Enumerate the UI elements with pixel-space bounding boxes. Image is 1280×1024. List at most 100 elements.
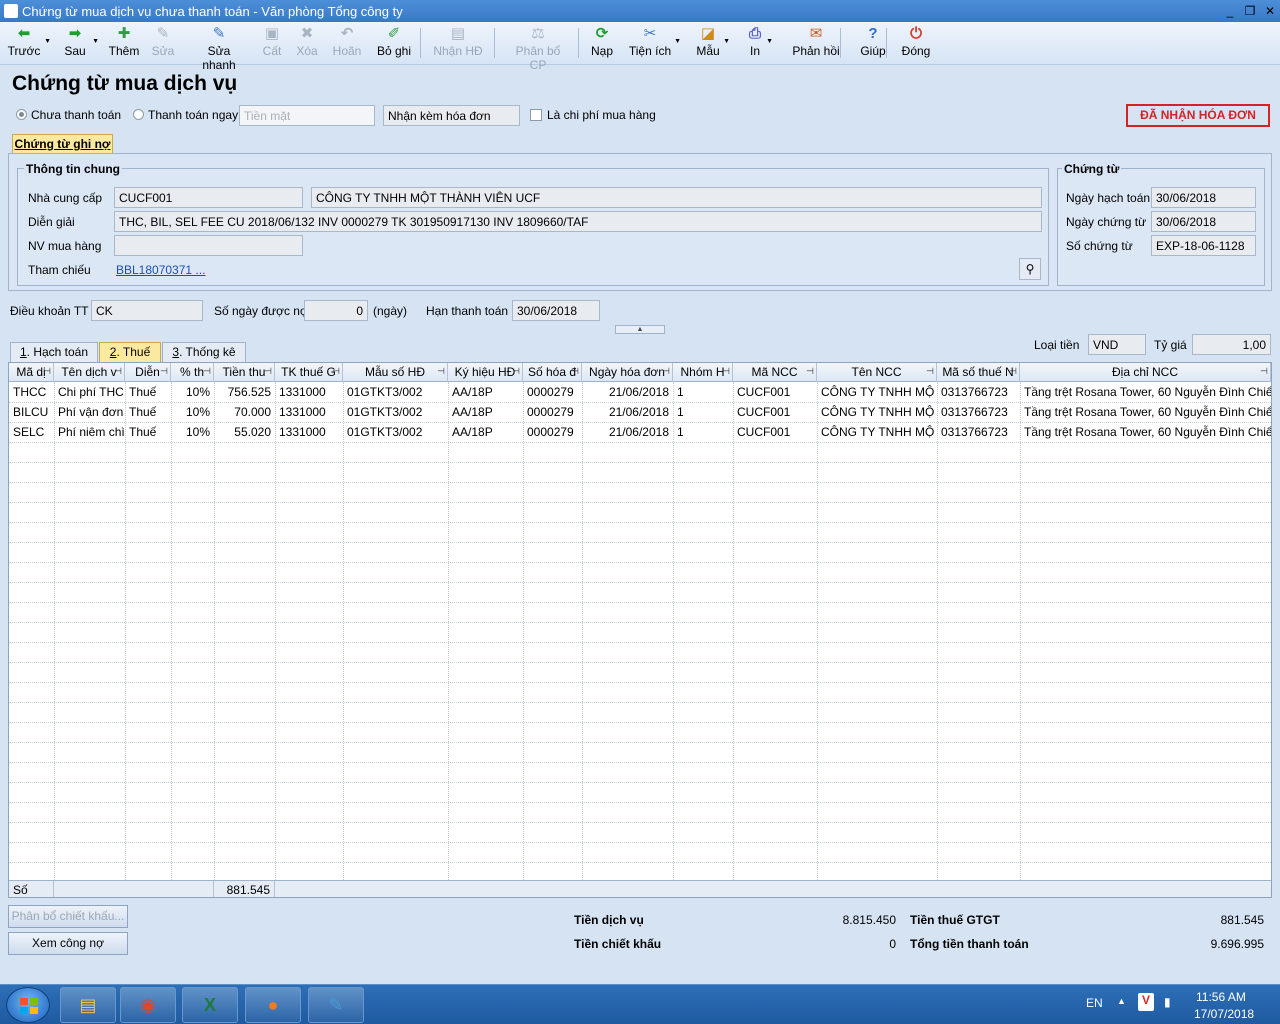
column-header-5[interactable]: TK thuế G ⊣ bbox=[275, 363, 343, 382]
pin-icon[interactable]: ⊣ bbox=[160, 366, 168, 377]
table-cell[interactable]: 01GTKT3/002 bbox=[343, 402, 448, 422]
clock-time[interactable]: 11:56 AM bbox=[1196, 990, 1246, 1004]
table-cell[interactable]: CUCF001 bbox=[733, 422, 817, 442]
purchase-cost-checkbox[interactable] bbox=[530, 109, 542, 121]
network-icon[interactable]: ▮ bbox=[1164, 995, 1171, 1009]
table-cell[interactable]: CUCF001 bbox=[733, 402, 817, 422]
toolbar-button-15[interactable]: ✉ Phản hồi bbox=[791, 24, 841, 64]
dropdown-arrow-icon[interactable]: ▼ bbox=[44, 38, 51, 45]
column-header-8[interactable]: Số hóa đ ⊣ bbox=[523, 363, 582, 382]
column-header-14[interactable]: Địa chỉ NCC ⊣ bbox=[1020, 363, 1271, 382]
toolbar-button-2[interactable]: ✚ Thêm bbox=[108, 24, 140, 64]
taskbar-app-excel-icon[interactable]: X bbox=[182, 987, 238, 1023]
taskbar-app-chrome-icon[interactable]: ◉ bbox=[120, 987, 176, 1023]
tab-statistics[interactable]: 3. Thống kê bbox=[162, 342, 246, 362]
dropdown-arrow-icon[interactable]: ▼ bbox=[92, 38, 99, 45]
toolbar-button-5[interactable]: ▣ Cất bbox=[260, 24, 284, 64]
doc-date-field[interactable]: 30/06/2018 bbox=[1151, 211, 1256, 232]
table-cell[interactable]: 10% bbox=[171, 382, 214, 402]
credit-days-field[interactable]: 0 bbox=[304, 300, 368, 321]
table-cell[interactable]: 1 bbox=[673, 422, 733, 442]
table-cell[interactable]: 1331000 bbox=[275, 382, 343, 402]
invoice-option-select[interactable]: Nhận kèm hóa đơn bbox=[383, 105, 520, 126]
table-cell[interactable]: 70.000 bbox=[214, 402, 275, 422]
exchange-rate-field[interactable]: 1,00 bbox=[1192, 334, 1271, 355]
table-cell[interactable]: Phí niêm chì bbox=[54, 422, 125, 442]
toolbar-button-9[interactable]: ▤ Nhận HĐ bbox=[432, 24, 484, 64]
supplier-code-field[interactable]: CUCF001 bbox=[114, 187, 303, 208]
description-field[interactable]: THC, BIL, SEL FEE CU 2018/06/132 INV 000… bbox=[114, 211, 1042, 232]
table-cell[interactable]: 1331000 bbox=[275, 422, 343, 442]
column-header-10[interactable]: Nhóm H ⊣ bbox=[673, 363, 733, 382]
table-cell[interactable]: Chi phí THC bbox=[54, 382, 125, 402]
toolbar-button-3[interactable]: ✎ Sửa bbox=[150, 24, 176, 64]
pin-icon[interactable]: ⊣ bbox=[662, 366, 670, 377]
table-cell[interactable]: 0313766723 bbox=[937, 422, 1020, 442]
column-header-9[interactable]: Ngày hóa đơn ⊣ bbox=[582, 363, 673, 382]
restore-button[interactable]: ❐ bbox=[1242, 3, 1258, 19]
taskbar-app-paint-icon[interactable]: ✎ bbox=[308, 987, 364, 1023]
due-date-field[interactable]: 30/06/2018 bbox=[512, 300, 600, 321]
toolbar-button-7[interactable]: ↶ Hoãn bbox=[332, 24, 362, 64]
toolbar-button-0[interactable]: ⬅ Trước ▼ bbox=[6, 24, 51, 64]
table-cell[interactable]: Tầng trệt Rosana Tower, 60 Nguyễn Đình C… bbox=[1020, 402, 1271, 422]
payment-method-select[interactable]: Tiền mặt bbox=[239, 105, 375, 126]
dropdown-arrow-icon[interactable]: ▼ bbox=[766, 38, 773, 45]
table-cell[interactable]: 21/06/2018 bbox=[582, 402, 673, 422]
table-cell[interactable]: 756.525 bbox=[214, 382, 275, 402]
table-cell[interactable]: 01GTKT3/002 bbox=[343, 422, 448, 442]
payment-term-field[interactable]: CK bbox=[91, 300, 203, 321]
supplier-name-field[interactable]: CÔNG TY TNHH MỘT THÀNH VIÊN UCF bbox=[311, 187, 1042, 208]
buyer-field[interactable] bbox=[114, 235, 303, 256]
view-debt-button[interactable]: Xem công nợ bbox=[8, 932, 128, 955]
table-cell[interactable]: Tầng trệt Rosana Tower, 60 Nguyễn Đình C… bbox=[1020, 382, 1271, 402]
table-cell[interactable]: 0000279 bbox=[523, 422, 582, 442]
post-date-field[interactable]: 30/06/2018 bbox=[1151, 187, 1256, 208]
column-header-4[interactable]: Tiền thu ⊣ bbox=[214, 363, 275, 382]
pin-icon[interactable]: ⊣ bbox=[926, 366, 934, 377]
table-cell[interactable]: 1331000 bbox=[275, 402, 343, 422]
table-cell[interactable]: AA/18P bbox=[448, 382, 523, 402]
pin-icon[interactable]: ⊣ bbox=[332, 366, 340, 377]
taskbar-app-file-explorer-icon[interactable]: ▤ bbox=[60, 987, 116, 1023]
column-header-2[interactable]: Diễn ⊣ bbox=[125, 363, 171, 382]
language-indicator[interactable]: EN bbox=[1086, 996, 1103, 1010]
table-cell[interactable]: 55.020 bbox=[214, 422, 275, 442]
pin-icon[interactable]: ⊣ bbox=[203, 366, 211, 377]
close-window-button[interactable]: ✕ bbox=[1262, 3, 1278, 19]
table-cell[interactable]: AA/18P bbox=[448, 422, 523, 442]
pin-icon[interactable]: ⊣ bbox=[512, 366, 520, 377]
radio-pay-now[interactable]: Thanh toán ngay bbox=[133, 108, 238, 122]
table-cell[interactable]: AA/18P bbox=[448, 402, 523, 422]
tab-tax[interactable]: 2. Thuế bbox=[99, 342, 161, 362]
column-header-6[interactable]: Mẫu số HĐ ⊣ bbox=[343, 363, 448, 382]
pin-icon[interactable]: ⊣ bbox=[722, 366, 730, 377]
pin-icon[interactable]: ⊣ bbox=[1260, 366, 1268, 377]
dropdown-arrow-icon[interactable]: ▼ bbox=[723, 38, 730, 45]
pin-icon[interactable]: ⊣ bbox=[437, 366, 445, 377]
table-cell[interactable]: CÔNG TY TNHH MỘ bbox=[817, 422, 937, 442]
table-cell[interactable]: Phí vận đơn bbox=[54, 402, 125, 422]
taskbar-app-firefox-icon[interactable]: ● bbox=[245, 987, 301, 1023]
minimize-button[interactable]: _ bbox=[1222, 3, 1238, 19]
doc-number-field[interactable]: EXP-18-06-1128 bbox=[1151, 235, 1256, 256]
table-cell[interactable]: Tầng trệt Rosana Tower, 60 Nguyễn Đình C… bbox=[1020, 422, 1271, 442]
clock-date[interactable]: 17/07/2018 bbox=[1194, 1007, 1254, 1021]
collapse-toggle-icon[interactable]: ▲ bbox=[615, 325, 665, 334]
column-header-0[interactable]: Mã dị ⊣ bbox=[9, 363, 54, 382]
table-cell[interactable]: Thuế bbox=[125, 402, 171, 422]
toolbar-button-11[interactable]: ⟳ Nạp bbox=[589, 24, 615, 64]
pin-icon[interactable]: ⊣ bbox=[114, 366, 122, 377]
toolbar-button-10[interactable]: ⚖ Phân bổ CP bbox=[506, 24, 570, 72]
toolbar-button-13[interactable]: ◪ Mẫu ▼ bbox=[695, 24, 730, 64]
column-header-13[interactable]: Mã số thuế N ⊣ bbox=[937, 363, 1020, 382]
toolbar-button-1[interactable]: ➡ Sau ▼ bbox=[60, 24, 99, 64]
table-cell[interactable]: 01GTKT3/002 bbox=[343, 382, 448, 402]
start-button[interactable] bbox=[6, 987, 50, 1023]
column-header-12[interactable]: Tên NCC ⊣ bbox=[817, 363, 937, 382]
table-cell[interactable]: 21/06/2018 bbox=[582, 382, 673, 402]
table-cell[interactable]: 0000279 bbox=[523, 382, 582, 402]
table-cell[interactable]: 10% bbox=[171, 422, 214, 442]
search-reference-icon[interactable]: ⚲ bbox=[1019, 258, 1041, 280]
toolbar-button-12[interactable]: ✂ Tiện ích ▼ bbox=[628, 24, 681, 64]
